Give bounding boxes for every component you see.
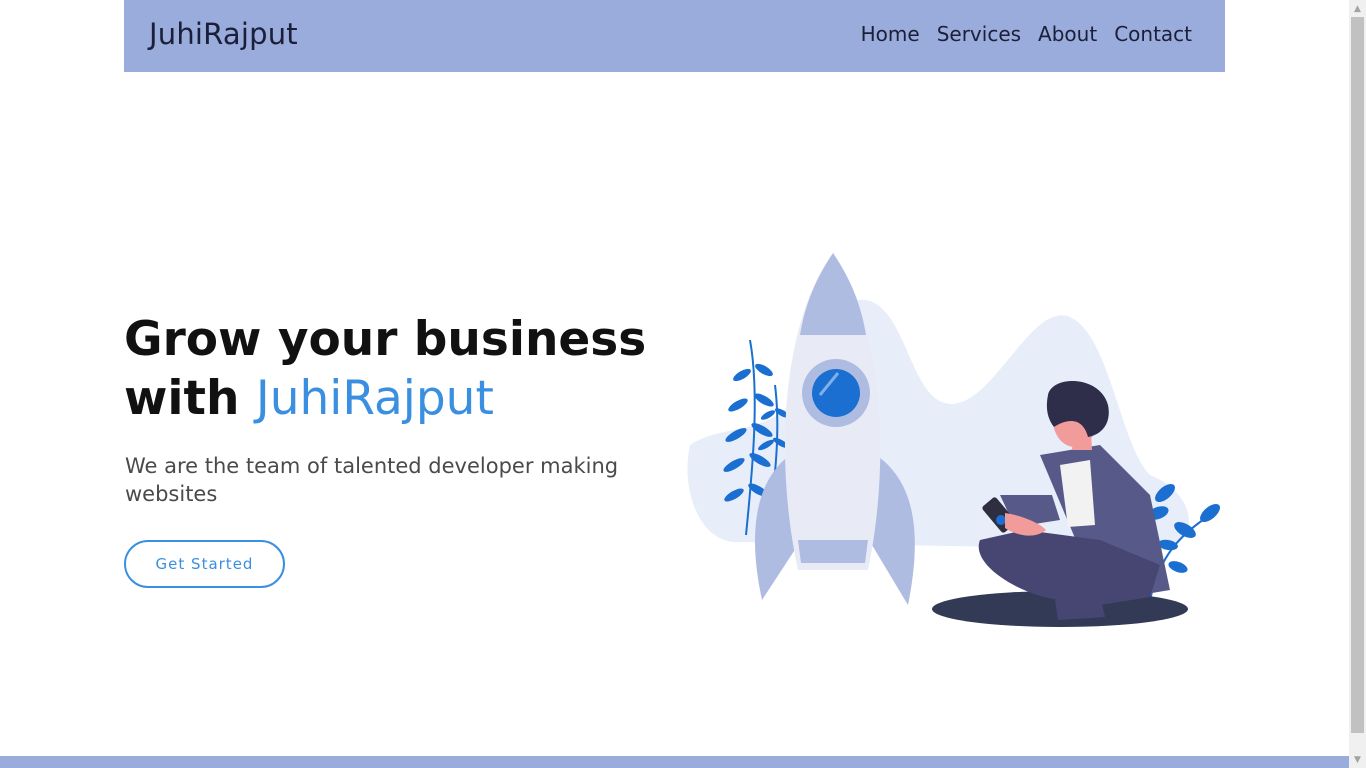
scrollbar-thumb[interactable] bbox=[1351, 17, 1364, 733]
nav-menu: Home Services About Contact bbox=[861, 22, 1192, 46]
nav-link-contact[interactable]: Contact bbox=[1114, 22, 1192, 46]
hero-title: Grow your business with JuhiRajput bbox=[124, 310, 646, 428]
brand-logo[interactable]: JuhiRajput bbox=[149, 17, 298, 51]
scroll-down-icon[interactable]: ▼ bbox=[1349, 751, 1366, 768]
hero-title-accent: JuhiRajput bbox=[255, 371, 494, 426]
hero-title-line1: Grow your business bbox=[124, 312, 647, 367]
vertical-scrollbar[interactable]: ▲ ▼ bbox=[1349, 0, 1366, 768]
navbar: JuhiRajput Home Services About Contact bbox=[124, 0, 1225, 72]
nav-link-about[interactable]: About bbox=[1038, 22, 1097, 46]
hero-title-prefix: with bbox=[124, 371, 240, 426]
rocket-startup-illustration bbox=[687, 253, 1220, 627]
scroll-up-icon[interactable]: ▲ bbox=[1349, 0, 1366, 17]
hero-subtitle: We are the team of talented developer ma… bbox=[125, 454, 619, 506]
footer-strip bbox=[0, 756, 1349, 768]
nav-link-home[interactable]: Home bbox=[861, 22, 920, 46]
nav-link-services[interactable]: Services bbox=[937, 22, 1021, 46]
get-started-button[interactable]: Get Started bbox=[124, 540, 285, 588]
